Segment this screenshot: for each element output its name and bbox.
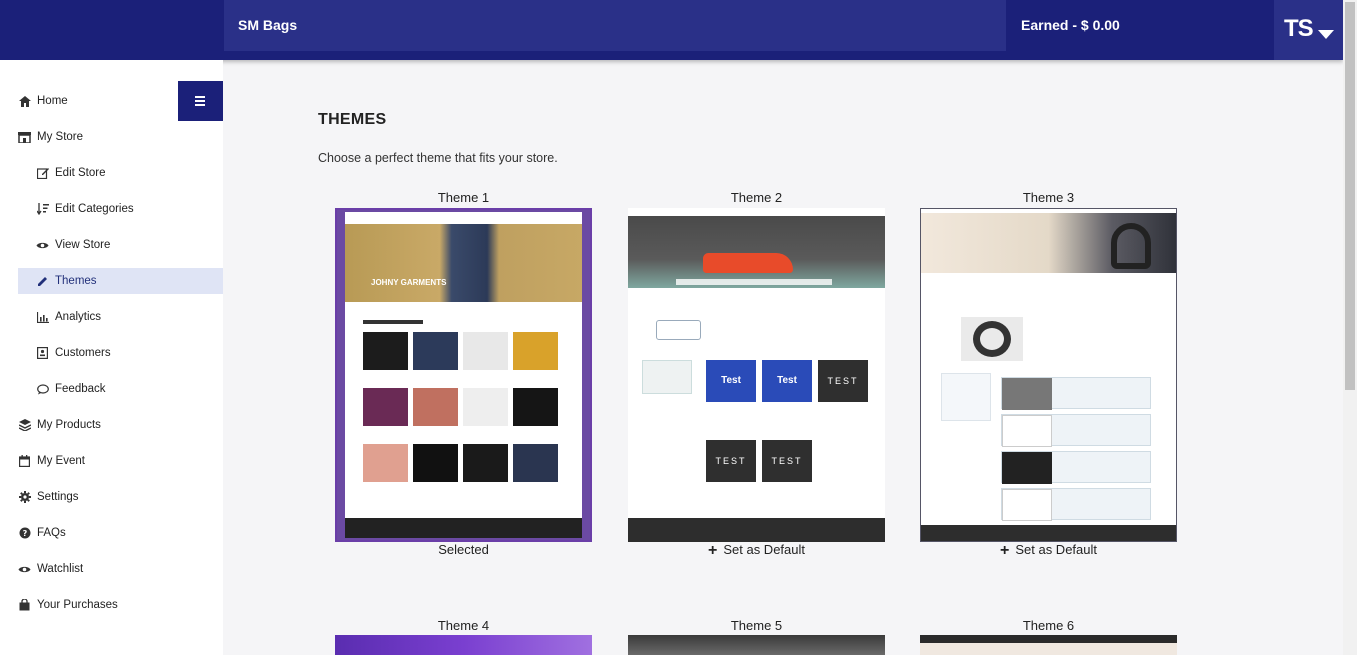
theme-3-title: Theme 3 — [1022, 190, 1075, 205]
caret-down-icon — [1318, 30, 1334, 39]
user-menu-button[interactable]: TS — [1274, 0, 1343, 60]
theme-6-card[interactable] — [920, 635, 1177, 655]
plus-icon: + — [708, 542, 718, 559]
comment-icon — [36, 383, 49, 396]
theme-2-tile-2: Test — [762, 360, 812, 402]
sidebar-item-customers[interactable]: Customers — [36, 340, 223, 366]
theme-2-tile-1: Test — [706, 360, 756, 402]
sidebar-item-analytics[interactable]: Analytics — [36, 304, 223, 330]
store-name-box — [224, 0, 1006, 51]
sidebar-item-label: Home — [37, 95, 68, 107]
plus-icon: + — [1000, 542, 1010, 559]
sidebar-item-label: Edit Categories — [55, 203, 134, 215]
user-initials: TS — [1284, 15, 1314, 42]
theme-2-tile-3: TEST — [818, 360, 868, 402]
sidebar-item-label: FAQs — [37, 527, 66, 539]
sidebar-item-label: View Store — [55, 239, 111, 251]
edit-icon — [36, 167, 49, 180]
theme-5-title: Theme 5 — [730, 618, 783, 633]
theme-5-card[interactable] — [628, 635, 885, 655]
sidebar-item-faqs[interactable]: ? FAQs — [18, 520, 223, 546]
sort-icon — [36, 203, 49, 216]
theme-2-title: Theme 2 — [730, 190, 783, 205]
sidebar-item-label: Your Purchases — [37, 599, 118, 611]
sidebar-item-label: My Products — [37, 419, 101, 431]
earned-amount: Earned - $ 0.00 — [1021, 17, 1120, 33]
sidebar-item-edit-store[interactable]: Edit Store — [36, 160, 223, 186]
sidebar-item-label: My Store — [37, 131, 84, 143]
sidebar-item-label: Watchlist — [37, 563, 84, 575]
sidebar-item-my-event[interactable]: My Event — [18, 448, 223, 474]
question-icon: ? — [18, 527, 31, 540]
theme-2-card[interactable]: Test Test TEST TEST TEST — [628, 208, 885, 542]
sidebar-item-settings[interactable]: Settings — [18, 484, 223, 510]
theme-3-card[interactable] — [920, 208, 1177, 542]
sidebar-item-feedback[interactable]: Feedback — [36, 376, 223, 402]
theme-2-tile-4: TEST — [706, 440, 756, 482]
store-icon — [18, 131, 31, 144]
theme-1-brand: JOHNY GARMENTS — [371, 278, 447, 287]
svg-text:?: ? — [22, 529, 27, 538]
theme-1-title: Theme 1 — [437, 190, 490, 205]
sidebar-item-label: My Event — [37, 455, 85, 467]
eye-icon — [18, 563, 31, 576]
bag-icon — [18, 599, 31, 612]
sidebar-item-label: Edit Store — [55, 167, 106, 179]
id-card-icon — [36, 347, 49, 360]
store-name: SM Bags — [238, 17, 298, 33]
theme-1-selected-label: Selected — [438, 542, 489, 557]
page-subtitle: Choose a perfect theme that fits your st… — [318, 151, 558, 165]
page-title: THEMES — [318, 111, 387, 128]
scrollbar-thumb[interactable] — [1345, 2, 1355, 390]
theme-4-title: Theme 4 — [437, 618, 490, 633]
home-icon — [18, 95, 31, 108]
sidebar-item-my-store[interactable]: My Store — [18, 124, 223, 150]
sidebar-item-label: Feedback — [55, 383, 106, 395]
theme-3-set-default-button[interactable]: + Set as Default — [920, 542, 1177, 560]
theme-2-set-default-button[interactable]: + Set as Default — [628, 542, 885, 560]
sidebar-item-label: Settings — [37, 491, 79, 503]
sidebar-item-label: Themes — [55, 275, 97, 287]
calendar-icon — [18, 455, 31, 468]
sidebar-item-label: Customers — [55, 347, 111, 359]
theme-1-card[interactable]: JOHNY GARMENTS — [335, 208, 592, 542]
theme-2-preview — [628, 216, 885, 288]
sidebar-item-watchlist[interactable]: Watchlist — [18, 556, 223, 582]
sidebar-item-label: Analytics — [55, 311, 102, 323]
pencil-icon — [36, 275, 49, 288]
theme-2-tile-5: TEST — [762, 440, 812, 482]
sidebar-item-edit-categories[interactable]: Edit Categories — [36, 196, 223, 222]
chart-icon — [36, 311, 49, 324]
theme-1-preview: JOHNY GARMENTS — [337, 210, 590, 540]
eye-icon — [36, 239, 49, 252]
theme-4-card[interactable] — [335, 635, 592, 655]
sidebar-item-my-products[interactable]: My Products — [18, 412, 223, 438]
layers-icon — [18, 419, 31, 432]
gear-icon — [18, 491, 31, 504]
sidebar-item-home[interactable]: Home — [18, 88, 223, 114]
vertical-scrollbar[interactable] — [1343, 0, 1357, 655]
top-bar: SM Bags Earned - $ 0.00 TS — [0, 0, 1343, 60]
sidebar-item-your-purchases[interactable]: Your Purchases — [18, 592, 223, 618]
sidebar-item-themes[interactable]: Themes — [18, 268, 223, 294]
sidebar-item-view-store[interactable]: View Store — [36, 232, 223, 258]
theme-6-title: Theme 6 — [1022, 618, 1075, 633]
